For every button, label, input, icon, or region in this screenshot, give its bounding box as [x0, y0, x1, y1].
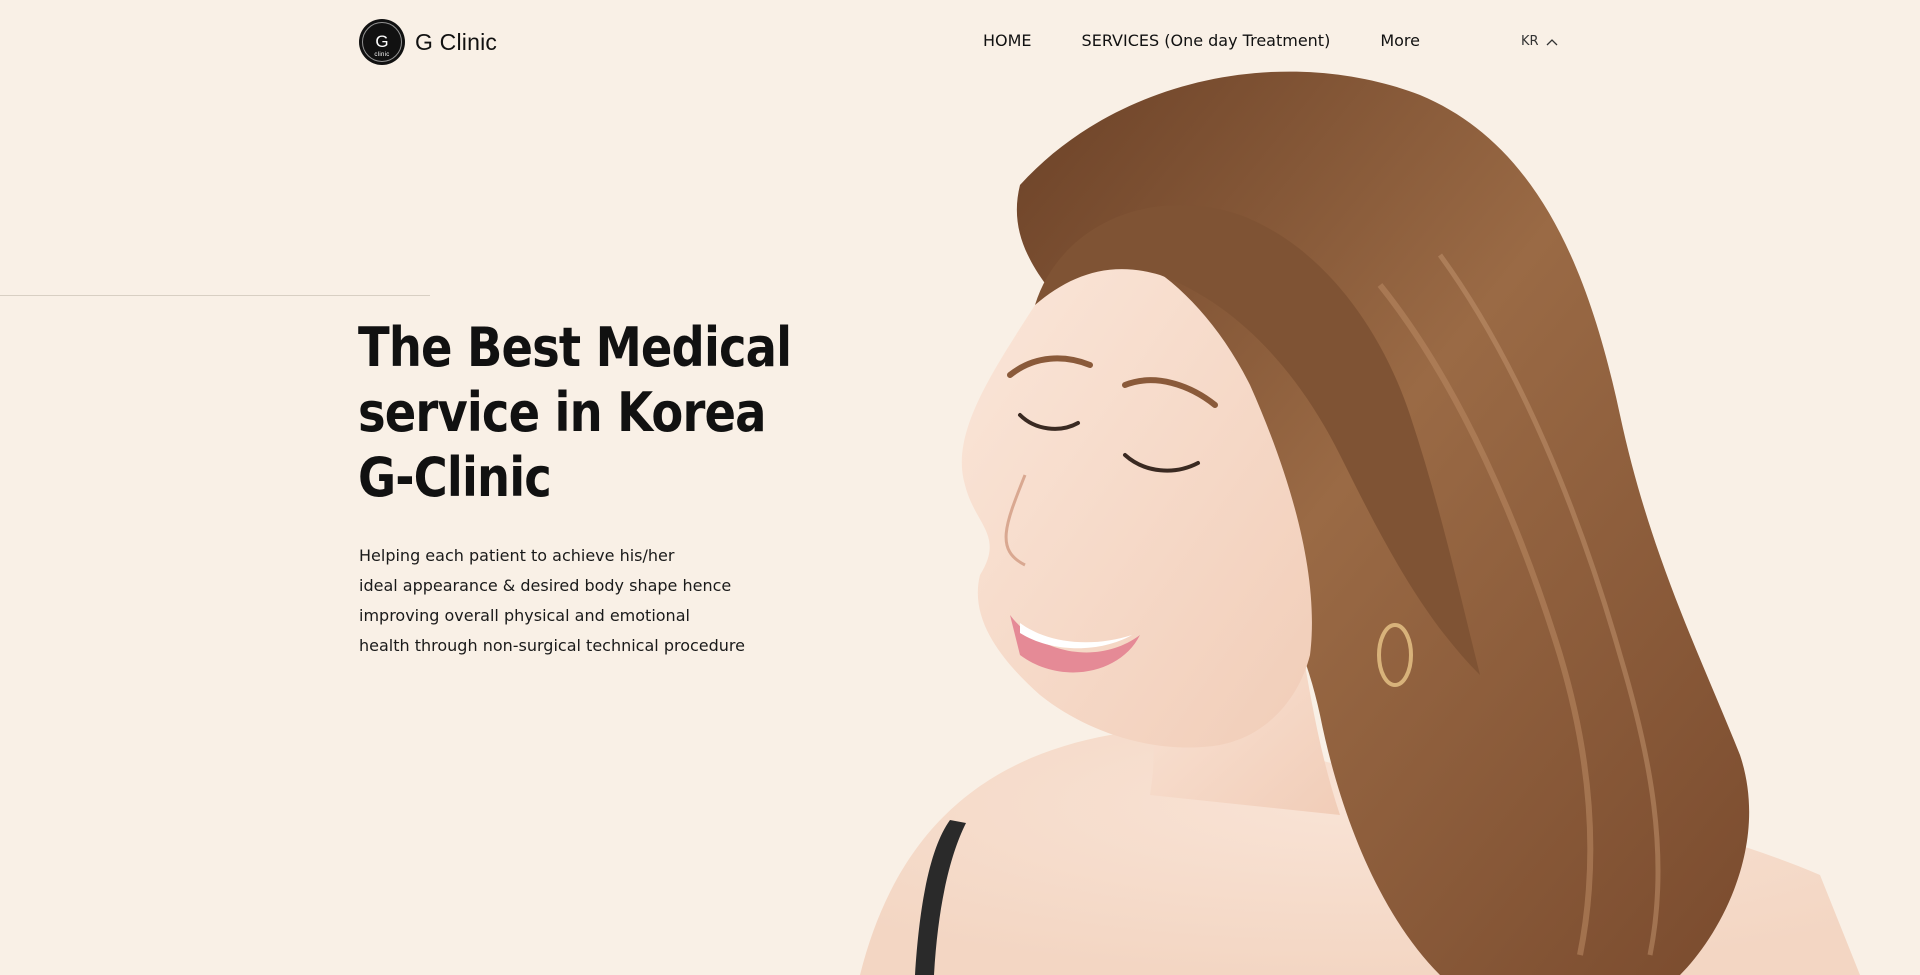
nav-item-more[interactable]: More [1380, 31, 1420, 50]
hero-title-line: G-Clinic [358, 446, 552, 509]
page: G clinic G Clinic HOME SERVICES (One day… [0, 0, 1920, 975]
hero-title: The Best Medical service in Korea G-Clin… [358, 315, 840, 510]
nav-item-home[interactable]: HOME [983, 31, 1032, 50]
logo-badge-text: clinic [374, 52, 390, 58]
nav-item-services[interactable]: SERVICES (One day Treatment) [1082, 31, 1331, 50]
hero-description-line: Helping each patient to achieve his/her [359, 546, 675, 565]
hero-title-line: service in Korea [358, 381, 766, 444]
site-header: G clinic G Clinic HOME SERVICES (One day… [0, 0, 1920, 84]
brand-name: G Clinic [415, 28, 498, 55]
language-selector[interactable]: KR [1521, 34, 1558, 49]
hero-portrait-image [860, 71, 1860, 975]
hero-divider [0, 295, 430, 296]
logo-link[interactable]: G clinic G Clinic [359, 19, 497, 65]
hero-description: Helping each patient to achieve his/her … [359, 541, 799, 661]
hero-title-line: The Best Medical [358, 316, 792, 379]
g-clinic-logo-icon: G clinic [359, 19, 405, 65]
hero-description-line: health through non-surgical technical pr… [359, 636, 745, 655]
hero-description-line: ideal appearance & desired body shape he… [359, 576, 732, 595]
main-nav: HOME SERVICES (One day Treatment) More [983, 31, 1420, 50]
language-label: KR [1521, 34, 1539, 49]
hero-description-line: improving overall physical and emotional [359, 606, 690, 625]
chevron-up-icon [1546, 38, 1558, 45]
